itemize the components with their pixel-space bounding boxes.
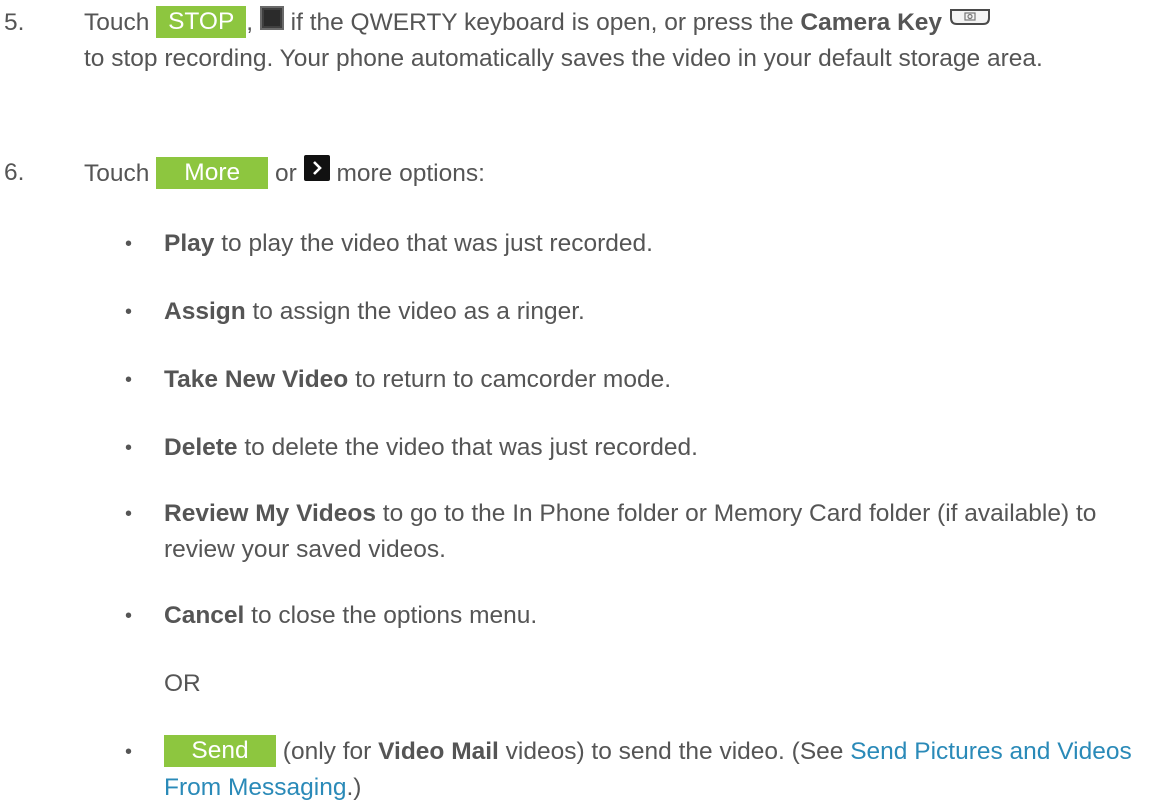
option-name: Review My Videos [164, 500, 376, 527]
option-name: Assign [164, 298, 246, 325]
stop-square-icon [259, 6, 284, 30]
step-number: 6. [4, 159, 25, 186]
option-description: to close the options menu. [244, 602, 538, 629]
text-run: Touch [84, 9, 150, 36]
bullet-dot: • [125, 437, 133, 459]
text-run: .) [346, 774, 362, 801]
text-run: to stop recording. Your phone automatica… [84, 45, 1043, 72]
bullet-dot: • [125, 741, 133, 763]
step-6-text: Touch More or more options: [84, 155, 1162, 192]
step-number: 5. [4, 9, 25, 36]
option-description: to delete the video that was just record… [237, 434, 698, 461]
more-softkey-button: More [156, 157, 269, 189]
chevron-right-icon [303, 155, 330, 181]
option-name: Delete [164, 434, 238, 461]
option-name: Take New Video [164, 366, 349, 393]
stop-softkey-button: STOP [156, 6, 247, 38]
bullet-dot: • [125, 369, 133, 391]
text-run: (only for [276, 738, 379, 765]
option-name: Play [164, 230, 215, 257]
send-softkey-button: Send [164, 735, 276, 767]
bullet-dot: • [125, 301, 133, 323]
camera-key-label: Camera Key [800, 9, 943, 36]
step-5-text: Touch STOP, if the QWERTY keyboard is op… [84, 5, 1162, 77]
text-run: more options: [336, 160, 485, 187]
bullet-dot: • [125, 503, 133, 525]
bullet-dot: • [125, 605, 133, 627]
video-mail-label: Video Mail [378, 738, 499, 765]
camera-key-icon [949, 8, 991, 26]
option-description: to assign the video as a ringer. [245, 298, 585, 325]
option-description: to play the video that was just recorded… [214, 230, 653, 257]
text-run: Touch [84, 160, 150, 187]
text-run: videos) to send the video. (See [498, 738, 851, 765]
text-run: , [246, 9, 254, 36]
or-separator: OR [164, 670, 201, 697]
bullet-dot: • [125, 233, 133, 255]
text-run: or [275, 160, 297, 187]
option-name: Cancel [164, 602, 245, 629]
option-description: to return to camcorder mode. [348, 366, 672, 393]
text-run: if the QWERTY keyboard is open, or press… [283, 9, 801, 36]
